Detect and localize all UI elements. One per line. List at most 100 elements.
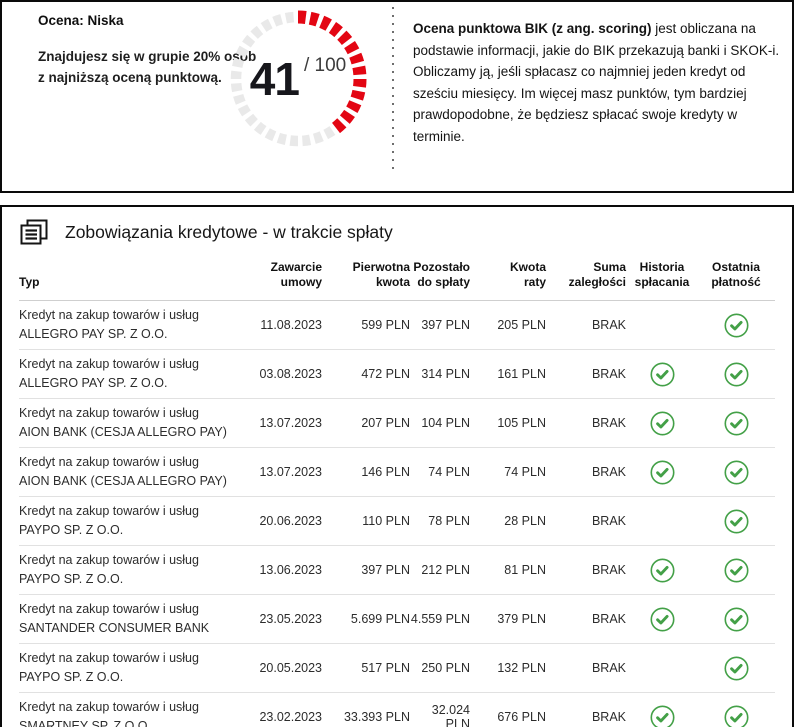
creditor-name: PAYPO SP. Z O.O. xyxy=(19,668,244,687)
cell-installment-amount: 81 PLN xyxy=(470,563,546,577)
section-title: Zobowiązania kredytowe - w trakcie spłat… xyxy=(65,222,393,243)
column-header-typ: Typ xyxy=(19,275,244,290)
creditor-name: PAYPO SP. Z O.O. xyxy=(19,521,244,540)
creditor-name: AION BANK (CESJA ALLEGRO PAY) xyxy=(19,423,244,442)
cell-original-amount: 33.393 PLN xyxy=(322,710,410,724)
credit-type-label: Kredyt na zakup towarów i usług xyxy=(19,306,244,325)
table-row[interactable]: Kredyt na zakup towarów i usług PAYPO SP… xyxy=(19,644,775,693)
cell-arrears: BRAK xyxy=(546,612,626,626)
cell-type: Kredyt na zakup towarów i usług PAYPO SP… xyxy=(19,649,244,687)
check-circle-icon xyxy=(650,362,675,387)
column-header-historia-splacania: Historia spłacania xyxy=(626,260,698,290)
creditor-name: AION BANK (CESJA ALLEGRO PAY) xyxy=(19,472,244,491)
creditor-name: PAYPO SP. Z O.O. xyxy=(19,570,244,589)
cell-agreement-date: 23.02.2023 xyxy=(244,710,322,724)
check-circle-icon xyxy=(724,411,749,436)
cell-original-amount: 517 PLN xyxy=(322,661,410,675)
cell-payment-history xyxy=(626,362,698,387)
gauge-score: 41 xyxy=(250,52,299,106)
table-row[interactable]: Kredyt na zakup towarów i usług PAYPO SP… xyxy=(19,546,775,595)
cell-agreement-date: 20.05.2023 xyxy=(244,661,322,675)
check-circle-icon xyxy=(650,558,675,583)
check-circle-icon xyxy=(650,705,675,727)
cell-last-payment xyxy=(698,362,774,387)
score-description-lead: Ocena punktowa BIK (z ang. scoring) xyxy=(413,21,652,36)
cell-installment-amount: 74 PLN xyxy=(470,465,546,479)
cell-original-amount: 207 PLN xyxy=(322,416,410,430)
vertical-dotted-divider xyxy=(392,7,394,173)
gauge-value: 41 / 100 xyxy=(228,9,368,149)
cell-payment-history xyxy=(626,656,698,681)
document-list-icon xyxy=(19,219,49,246)
column-header-ostatnia-platnosc: Ostatnia płatność xyxy=(698,260,774,290)
check-circle-icon xyxy=(724,362,749,387)
cell-remaining-amount: 212 PLN xyxy=(410,563,470,577)
cell-agreement-date: 23.05.2023 xyxy=(244,612,322,626)
credit-obligations-card: Zobowiązania kredytowe - w trakcie spłat… xyxy=(0,205,794,727)
column-header-kwota-raty: Kwota raty xyxy=(470,260,546,290)
cell-installment-amount: 676 PLN xyxy=(470,710,546,724)
cell-installment-amount: 132 PLN xyxy=(470,661,546,675)
table-body: Kredyt na zakup towarów i usług ALLEGRO … xyxy=(19,301,775,727)
cell-payment-history xyxy=(626,607,698,632)
check-circle-icon xyxy=(724,558,749,583)
cell-remaining-amount: 397 PLN xyxy=(410,318,470,332)
column-header-zawarcie-umowy: Zawarcie umowy xyxy=(244,260,322,290)
cell-arrears: BRAK xyxy=(546,367,626,381)
cell-original-amount: 146 PLN xyxy=(322,465,410,479)
creditor-name: SANTANDER CONSUMER BANK xyxy=(19,619,244,638)
cell-type: Kredyt na zakup towarów i usług PAYPO SP… xyxy=(19,551,244,589)
table-row[interactable]: Kredyt na zakup towarów i usług SANTANDE… xyxy=(19,595,775,644)
cell-last-payment xyxy=(698,705,774,727)
table-row[interactable]: Kredyt na zakup towarów i usług AION BAN… xyxy=(19,399,775,448)
check-circle-icon xyxy=(724,509,749,534)
table-row[interactable]: Kredyt na zakup towarów i usług SMARTNEY… xyxy=(19,693,775,727)
cell-arrears: BRAK xyxy=(546,318,626,332)
cell-installment-amount: 105 PLN xyxy=(470,416,546,430)
cell-original-amount: 472 PLN xyxy=(322,367,410,381)
section-header: Zobowiązania kredytowe - w trakcie spłat… xyxy=(19,207,775,256)
cell-payment-history xyxy=(626,313,698,338)
cell-original-amount: 599 PLN xyxy=(322,318,410,332)
cell-remaining-amount: 314 PLN xyxy=(410,367,470,381)
check-circle-icon xyxy=(650,411,675,436)
cell-agreement-date: 13.07.2023 xyxy=(244,465,322,479)
cell-installment-amount: 379 PLN xyxy=(470,612,546,626)
cell-original-amount: 110 PLN xyxy=(322,514,410,528)
cell-last-payment xyxy=(698,656,774,681)
credit-type-label: Kredyt na zakup towarów i usług xyxy=(19,355,244,374)
creditor-name: SMARTNEY SP. Z O.O xyxy=(19,717,244,727)
cell-arrears: BRAK xyxy=(546,416,626,430)
cell-payment-history xyxy=(626,558,698,583)
score-rating-label: Ocena: Niska xyxy=(38,13,256,28)
cell-last-payment xyxy=(698,558,774,583)
cell-remaining-amount: 104 PLN xyxy=(410,416,470,430)
cell-agreement-date: 13.07.2023 xyxy=(244,416,322,430)
cell-installment-amount: 28 PLN xyxy=(470,514,546,528)
table-row[interactable]: Kredyt na zakup towarów i usług PAYPO SP… xyxy=(19,497,775,546)
check-circle-icon xyxy=(724,607,749,632)
credit-type-label: Kredyt na zakup towarów i usług xyxy=(19,551,244,570)
cell-last-payment xyxy=(698,313,774,338)
cell-payment-history xyxy=(626,460,698,485)
score-group-text: Znajdujesz się w grupie 20% osób z najni… xyxy=(38,46,256,88)
cell-last-payment xyxy=(698,509,774,534)
table-row[interactable]: Kredyt na zakup towarów i usług ALLEGRO … xyxy=(19,301,775,350)
credit-type-label: Kredyt na zakup towarów i usług xyxy=(19,453,244,472)
cell-agreement-date: 03.08.2023 xyxy=(244,367,322,381)
credit-type-label: Kredyt na zakup towarów i usług xyxy=(19,698,244,717)
cell-arrears: BRAK xyxy=(546,710,626,724)
cell-arrears: BRAK xyxy=(546,563,626,577)
column-header-suma-zaleglosci: Suma zaległości xyxy=(546,260,626,290)
cell-type: Kredyt na zakup towarów i usług AION BAN… xyxy=(19,404,244,442)
table-row[interactable]: Kredyt na zakup towarów i usług AION BAN… xyxy=(19,448,775,497)
cell-type: Kredyt na zakup towarów i usług SMARTNEY… xyxy=(19,698,244,727)
cell-agreement-date: 20.06.2023 xyxy=(244,514,322,528)
cell-original-amount: 397 PLN xyxy=(322,563,410,577)
column-header-pozostalo-do-splaty: Pozostało do spłaty xyxy=(410,260,470,290)
table-row[interactable]: Kredyt na zakup towarów i usług ALLEGRO … xyxy=(19,350,775,399)
check-circle-icon xyxy=(650,607,675,632)
cell-original-amount: 5.699 PLN xyxy=(322,612,410,626)
cell-arrears: BRAK xyxy=(546,661,626,675)
cell-payment-history xyxy=(626,509,698,534)
